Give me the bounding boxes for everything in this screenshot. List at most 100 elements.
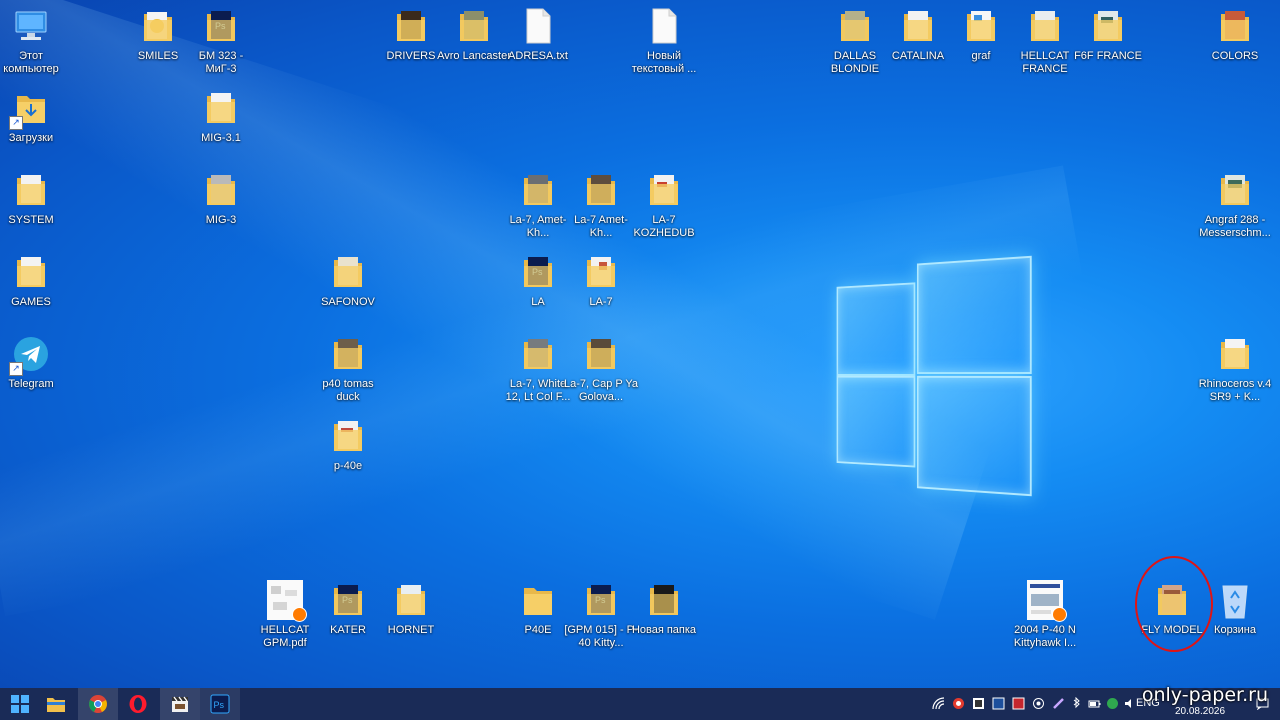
folder-icon <box>11 170 51 210</box>
folder-graf[interactable]: graf <box>944 6 1018 63</box>
icon-label: SAFONOV <box>321 296 375 308</box>
photoshop-folder-icon: Ps <box>328 580 368 620</box>
icon-label: p40 tomas duck <box>322 378 374 403</box>
app-tray-icon[interactable] <box>1012 697 1025 710</box>
folder-icon <box>581 334 621 374</box>
folder-system[interactable]: SYSTEM <box>0 170 68 227</box>
network-icon[interactable] <box>932 697 945 710</box>
folder-mig-3[interactable]: MIG-3 <box>184 170 258 227</box>
folder-rhinoceros[interactable]: Rhinoceros v.4 SR9 + K... <box>1198 334 1272 404</box>
downloads-shortcut[interactable]: ↗ Загрузки <box>0 88 68 145</box>
icon-label: COLORS <box>1211 50 1259 62</box>
app-tray-icon[interactable] <box>1032 697 1045 710</box>
pdf-file-icon <box>1025 580 1067 622</box>
icon-label: Новая папка <box>631 624 697 636</box>
start-button[interactable] <box>0 688 40 720</box>
taskbar: Ps ENG 20.08.2026 <box>0 688 1280 720</box>
folder-icon <box>328 252 368 292</box>
this-pc-desktop-icon[interactable]: Этот компьютер <box>0 6 68 76</box>
antivirus-icon[interactable] <box>952 697 965 710</box>
folder-la-7[interactable]: LA-7 <box>564 252 638 309</box>
icon-label: HORNET <box>387 624 435 636</box>
icon-label: БМ 323 - МиГ-3 <box>198 50 244 75</box>
app-tray-icon[interactable] <box>972 697 985 710</box>
folder-icon <box>518 334 558 374</box>
telegram-shortcut[interactable]: ↗ Telegram <box>0 334 68 391</box>
taskbar-chrome-button[interactable] <box>78 688 118 720</box>
desktop[interactable]: Этот компьютер SMILES Ps БМ 323 - МиГ-3 … <box>0 0 1280 688</box>
photoshop-icon: Ps <box>210 694 230 714</box>
folder-icon <box>454 6 494 46</box>
icon-label: LA-7 <box>589 296 613 308</box>
logo-pane <box>836 375 916 468</box>
folder-la7-kozhedub[interactable]: LA-7 KOZHEDUB <box>627 170 701 240</box>
app-tray-icon[interactable] <box>992 697 1005 710</box>
taskbar-opera-button[interactable] <box>118 688 158 720</box>
folder-new-folder[interactable]: Новая папка <box>627 580 701 637</box>
folder-f6f-france[interactable]: F6F FRANCE <box>1071 6 1145 63</box>
battery-icon[interactable] <box>1088 697 1101 710</box>
logo-pane <box>836 282 916 376</box>
folder-icon <box>328 416 368 456</box>
text-file-icon <box>518 6 558 46</box>
file-new-text[interactable]: Новый текстовый ... <box>627 6 701 76</box>
watermark: only-paper.ru <box>1141 684 1268 706</box>
pdf-file-icon <box>265 580 307 622</box>
folder-icon <box>518 580 558 620</box>
pdf-reader-badge-icon <box>292 607 307 622</box>
folder-p40-tomas-duck[interactable]: p40 tomas duck <box>311 334 385 404</box>
photoshop-folder-icon: Ps <box>201 6 241 46</box>
chrome-icon <box>88 694 108 714</box>
update-icon[interactable] <box>1106 697 1119 710</box>
pen-icon[interactable] <box>1052 697 1065 710</box>
taskbar-video-app-button[interactable] <box>160 688 200 720</box>
folder-hornet[interactable]: HORNET <box>374 580 448 637</box>
taskbar-photoshop-button[interactable]: Ps <box>200 688 240 720</box>
folder-icon <box>201 170 241 210</box>
folder-angraf-288[interactable]: Angraf 288 - Messerschm... <box>1198 170 1272 240</box>
folder-la7-cap[interactable]: La-7, Cap P Ya Golova... <box>564 334 638 404</box>
folder-games[interactable]: GAMES <box>0 252 68 309</box>
folder-icon <box>518 170 558 210</box>
logo-pane <box>916 375 1032 497</box>
file-p40n-kittyhawk[interactable]: 2004 P-40 N Kittyhawk I... <box>1008 580 1082 650</box>
folder-icon <box>1215 170 1255 210</box>
icon-label: SYSTEM <box>8 214 54 226</box>
downloads-folder-icon: ↗ <box>9 88 51 130</box>
clock-date[interactable]: 20.08.2026 <box>1168 706 1232 717</box>
folder-safonov[interactable]: SAFONOV <box>311 252 385 309</box>
computer-icon <box>11 6 51 46</box>
windows-logo-wallpaper <box>836 255 1032 497</box>
folder-avro-lancaster[interactable]: Avro Lancaster <box>437 6 511 63</box>
recycle-bin-icon <box>1215 580 1255 620</box>
folder-colors[interactable]: COLORS <box>1198 6 1272 63</box>
opera-icon <box>128 694 148 714</box>
svg-text:Ps: Ps <box>214 700 225 710</box>
taskbar-explorer-button[interactable] <box>36 688 76 720</box>
icon-label: Корзина <box>1214 624 1256 636</box>
text-file-icon <box>644 6 684 46</box>
shortcut-arrow-icon: ↗ <box>9 116 23 130</box>
icon-label: F6F FRANCE <box>1074 50 1142 62</box>
folder-mig-3-1[interactable]: MIG-3.1 <box>184 88 258 145</box>
folder-icon <box>328 334 368 374</box>
photoshop-folder-icon: Ps <box>581 580 621 620</box>
icon-label: Telegram <box>8 378 54 390</box>
folder-icon <box>898 6 938 46</box>
folder-bm323[interactable]: Ps БМ 323 - МиГ-3 <box>184 6 258 76</box>
folder-icon <box>1215 334 1255 374</box>
icon-label: LA-7 KOZHEDUB <box>633 214 695 239</box>
icon-label: Avro Lancaster <box>437 50 511 62</box>
folder-icon <box>581 170 621 210</box>
folder-p-40e[interactable]: p-40e <box>311 416 385 473</box>
file-adresa-txt[interactable]: ADRESA.txt <box>501 6 575 63</box>
file-explorer-icon <box>46 694 66 714</box>
icon-label: Angraf 288 - Messerschm... <box>1199 214 1271 239</box>
bluetooth-icon[interactable] <box>1070 696 1083 710</box>
logo-pane <box>916 255 1032 374</box>
folder-icon <box>391 580 431 620</box>
folder-icon <box>138 6 178 46</box>
folder-icon <box>581 252 621 292</box>
photoshop-folder-icon: Ps <box>518 252 558 292</box>
folder-icon <box>11 252 51 292</box>
